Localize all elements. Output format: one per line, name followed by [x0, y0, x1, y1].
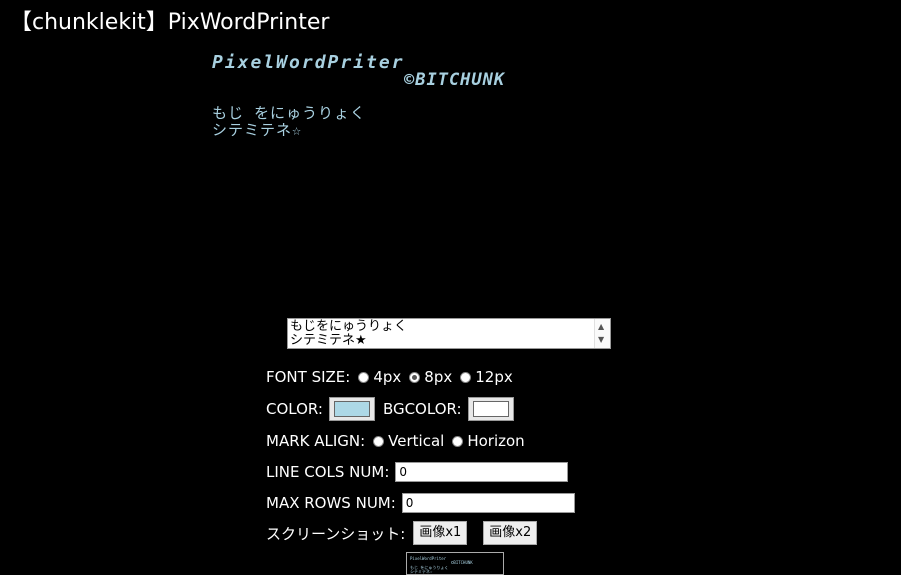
text-input-area[interactable]: もじをにゅうりょく シテミテネ★ ▲ ▼ [287, 318, 611, 349]
max-rows-input[interactable]: 0 [401, 493, 575, 513]
color-row: COLOR: BGCOLOR: [266, 397, 522, 421]
screenshot-label: スクリーンショット: [266, 524, 406, 543]
preview-line-2: シテミテネ☆ [410, 569, 433, 574]
preview-credit: ©BITCHUNK [451, 560, 473, 565]
preview-title: PixelWordPriter [410, 556, 447, 561]
text-input-line-1: もじをにゅうりょく [290, 319, 408, 334]
mark-align-horizon-radio[interactable] [452, 435, 464, 447]
bgcolor-swatch [472, 401, 509, 417]
font-size-label: FONT SIZE: [266, 368, 351, 386]
max-rows-label: MAX ROWS NUM: [266, 494, 396, 512]
font-size-12px-radio[interactable] [460, 371, 472, 383]
color-picker[interactable] [328, 397, 375, 421]
screenshot-x2-button[interactable]: 画像x2 [483, 521, 538, 545]
font-size-12px-label[interactable]: 12px [475, 368, 513, 386]
max-rows-row: MAX ROWS NUM: 0 [266, 493, 575, 513]
font-size-4px-radio[interactable] [358, 371, 370, 383]
screenshot-x1-button[interactable]: 画像x1 [413, 521, 468, 545]
font-size-8px-radio[interactable] [409, 371, 421, 383]
line-cols-label: LINE COLS NUM: [266, 463, 390, 481]
pixel-line-2: シテミテネ☆ [212, 121, 303, 139]
mark-align-horizon-label[interactable]: Horizon [467, 432, 524, 450]
pixel-title-text: PixelWordPriter [212, 52, 405, 73]
line-cols-row: LINE COLS NUM: 0 [266, 462, 569, 482]
scroll-down-icon[interactable]: ▼ [598, 333, 604, 347]
mark-align-label: MARK ALIGN: [266, 432, 366, 450]
mark-align-vertical-radio[interactable] [373, 435, 385, 447]
line-cols-input[interactable]: 0 [395, 462, 569, 482]
textarea-scrollbar[interactable]: ▲ ▼ [594, 319, 610, 348]
mark-align-row: MARK ALIGN: Vertical Horizon [266, 432, 525, 450]
screenshot-preview: PixelWordPriter ©BITCHUNK もじ をにゅうりょく シテミ… [406, 552, 504, 575]
color-swatch [333, 401, 370, 417]
page-title: 【chunklekit】PixWordPrinter [10, 10, 330, 35]
font-size-4px-label[interactable]: 4px [373, 368, 401, 386]
font-size-8px-label[interactable]: 8px [424, 368, 452, 386]
text-input-line-2: シテミテネ★ [290, 333, 367, 348]
mark-align-vertical-label[interactable]: Vertical [388, 432, 444, 450]
font-size-row: FONT SIZE: 4px 8px 12px [266, 368, 513, 386]
color-label: COLOR: [266, 400, 323, 418]
bgcolor-label: BGCOLOR: [382, 400, 462, 418]
bgcolor-picker[interactable] [467, 397, 514, 421]
pixel-credit-text: ©BITCHUNK [404, 70, 506, 90]
scroll-up-icon[interactable]: ▲ [598, 320, 604, 334]
screenshot-row: スクリーンショット: 画像x1 画像x2 [266, 521, 538, 545]
